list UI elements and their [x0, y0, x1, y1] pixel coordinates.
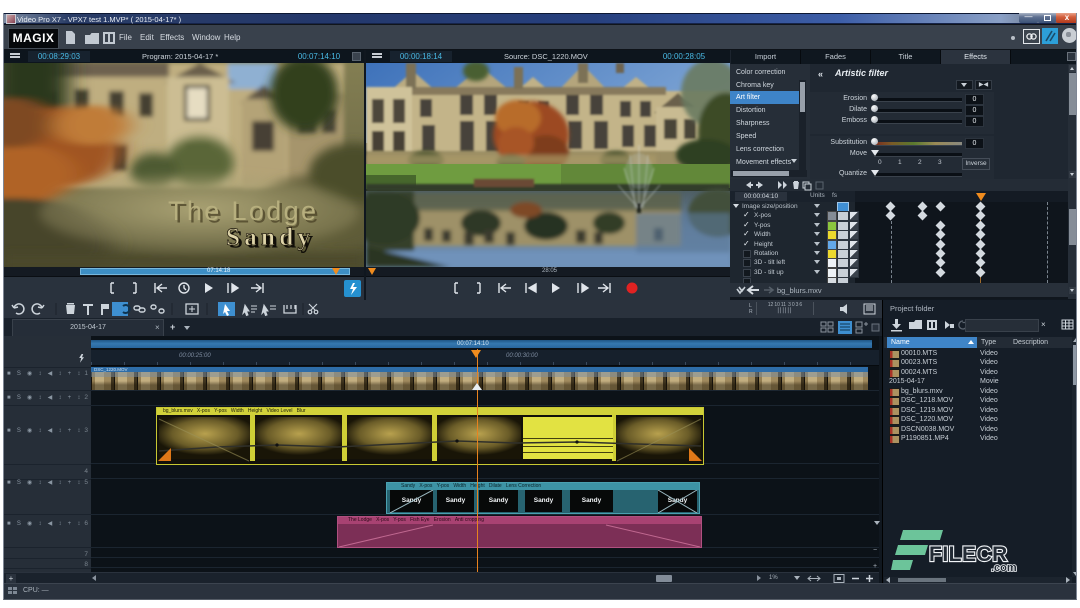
svg-text:bg_blurs.mxv: bg_blurs.mxv [777, 286, 822, 295]
svg-text:The Lodge: The Lodge [168, 196, 316, 226]
svg-text:Sandy: Sandy [226, 224, 311, 251]
svg-text:.com: .com [991, 562, 1017, 574]
